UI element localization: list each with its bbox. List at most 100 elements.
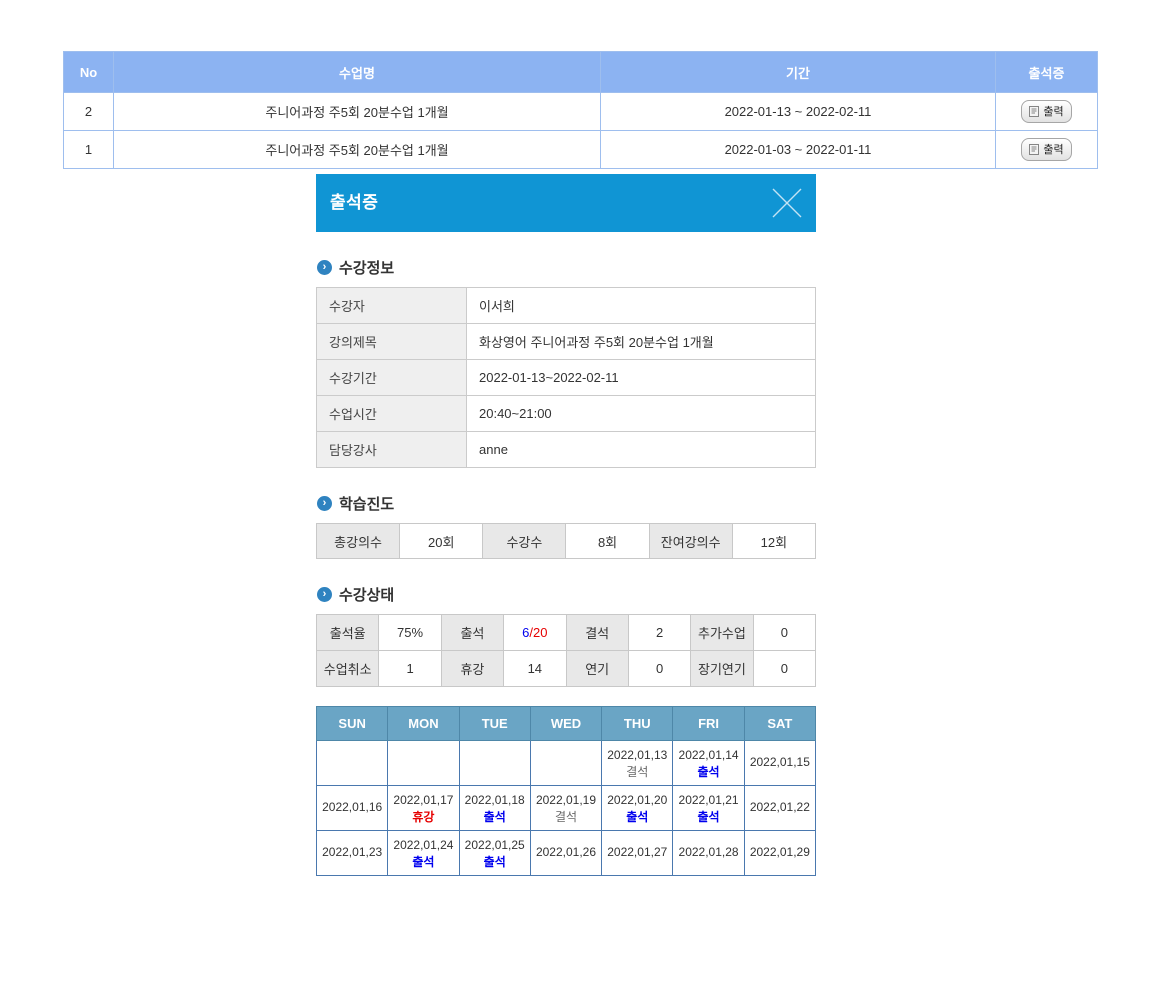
- section-heading-learning-progress: › 학습진도: [317, 493, 816, 514]
- col-header-certificate: 출석증: [996, 52, 1098, 93]
- calendar-date: 2022,01,19: [531, 791, 601, 810]
- status-value-extra-class: 0: [753, 615, 815, 651]
- calendar-cell: 2022,01,22: [744, 786, 815, 831]
- info-value: 20:40~21:00: [467, 396, 816, 432]
- enrollment-info-table: 수강자 이서희 강의제목 화상영어 주니어과정 주5회 20분수업 1개월 수강…: [316, 287, 816, 468]
- progress-value: 20회: [400, 524, 483, 559]
- calendar-date: 2022,01,22: [745, 798, 815, 817]
- info-value: 이서희: [467, 288, 816, 324]
- calendar-week-row: 2022,01,23 2022,01,24 출석 2022,01,25 출석 2…: [317, 831, 816, 876]
- status-value-absent: 2: [628, 615, 690, 651]
- info-value: anne: [467, 432, 816, 468]
- calendar-week-row: 2022,01,13 결석 2022,01,14 출석 2022,01,15: [317, 741, 816, 786]
- info-value: 화상영어 주니어과정 주5회 20분수업 1개월: [467, 324, 816, 360]
- calendar-cell: 2022,01,18 출석: [459, 786, 530, 831]
- calendar-status: 휴강: [388, 810, 458, 825]
- status-label: 추가수업: [691, 615, 753, 651]
- status-label: 휴강: [441, 651, 503, 687]
- calendar-cell: 2022,01,19 결석: [530, 786, 601, 831]
- printer-icon: [1028, 106, 1040, 117]
- calendar-header-row: SUN MON TUE WED THU FRI SAT: [317, 707, 816, 741]
- course-period: 2022-01-13 ~ 2022-02-11: [601, 93, 996, 131]
- calendar-day-header-sun: SUN: [317, 707, 388, 741]
- status-row: 출석율 75% 출석 6/20 결석 2 추가수업 0: [317, 615, 816, 651]
- status-label: 수업취소: [317, 651, 379, 687]
- course-cert-cell: 출력: [996, 93, 1098, 131]
- calendar-day-header-mon: MON: [388, 707, 459, 741]
- course-row: 1 주니어과정 주5회 20분수업 1개월 2022-01-03 ~ 2022-…: [64, 131, 1098, 169]
- calendar-status: 출석: [602, 810, 672, 825]
- section-heading-label: 수강상태: [339, 584, 394, 605]
- info-row: 강의제목 화상영어 주니어과정 주5회 20분수업 1개월: [317, 324, 816, 360]
- enrollment-status-table: 출석율 75% 출석 6/20 결석 2 추가수업 0 수업취소 1 휴강 14…: [316, 614, 816, 687]
- status-value-long-postponed: 0: [753, 651, 815, 687]
- calendar-cell: 2022,01,16: [317, 786, 388, 831]
- section-bullet-icon: ›: [317, 587, 332, 602]
- calendar-cell: 2022,01,20 출석: [602, 786, 673, 831]
- close-button[interactable]: [766, 182, 808, 224]
- course-list: No 수업명 기간 출석증 2 주니어과정 주5회 20분수업 1개월 2022…: [63, 51, 1098, 169]
- calendar-cell: 2022,01,28: [673, 831, 744, 876]
- print-button-label: 출력: [1043, 103, 1063, 119]
- section-heading-enrollment-info: › 수강정보: [317, 257, 816, 278]
- calendar-cell: 2022,01,24 출석: [388, 831, 459, 876]
- progress-row: 총강의수 20회 수강수 8회 잔여강의수 12회: [317, 524, 816, 559]
- info-row: 담당강사 anne: [317, 432, 816, 468]
- info-label: 담당강사: [317, 432, 467, 468]
- calendar-cell-empty: [459, 741, 530, 786]
- calendar-cell: 2022,01,13 결석: [602, 741, 673, 786]
- page: No 수업명 기간 출석증 2 주니어과정 주5회 20분수업 1개월 2022…: [0, 0, 1160, 1000]
- calendar-cell: 2022,01,23: [317, 831, 388, 876]
- printer-icon: [1028, 144, 1040, 155]
- calendar-status: 출석: [460, 810, 530, 825]
- calendar-date: 2022,01,28: [673, 843, 743, 862]
- calendar-cell: 2022,01,17 휴강: [388, 786, 459, 831]
- calendar-day-header-tue: TUE: [459, 707, 530, 741]
- section-bullet-icon: ›: [317, 496, 332, 511]
- calendar-week-row: 2022,01,16 2022,01,17 휴강 2022,01,18 출석 2…: [317, 786, 816, 831]
- calendar-status: 출석: [673, 765, 743, 780]
- print-button-label: 출력: [1043, 141, 1063, 157]
- calendar-date: 2022,01,29: [745, 843, 815, 862]
- info-label: 수업시간: [317, 396, 467, 432]
- calendar-cell: 2022,01,14 출석: [673, 741, 744, 786]
- status-value-postponed: 0: [628, 651, 690, 687]
- calendar-status: 결석: [602, 765, 672, 780]
- status-value-attendance-rate: 75%: [379, 615, 441, 651]
- course-list-table: No 수업명 기간 출석증 2 주니어과정 주5회 20분수업 1개월 2022…: [63, 51, 1098, 169]
- attendance-certificate-modal: 출석증 › 수강정보 수강자 이서희 강의제목 화상영어 주니어과정 주5회 2…: [316, 174, 816, 876]
- print-button[interactable]: 출력: [1021, 138, 1071, 161]
- info-row: 수강자 이서희: [317, 288, 816, 324]
- course-name: 주니어과정 주5회 20분수업 1개월: [114, 93, 601, 131]
- calendar-date: 2022,01,17: [388, 791, 458, 810]
- attendance-calendar: SUN MON TUE WED THU FRI SAT 2022,01,13: [316, 706, 816, 876]
- status-value-no-class: 14: [504, 651, 566, 687]
- calendar-cell: 2022,01,27: [602, 831, 673, 876]
- status-value-cancelled: 1: [379, 651, 441, 687]
- col-header-class-name: 수업명: [114, 52, 601, 93]
- section-heading-label: 수강정보: [339, 257, 394, 278]
- calendar-day-header-wed: WED: [530, 707, 601, 741]
- calendar-date: 2022,01,15: [745, 753, 815, 772]
- section-bullet-icon: ›: [317, 260, 332, 275]
- calendar-cell-empty: [530, 741, 601, 786]
- status-label: 결석: [566, 615, 628, 651]
- calendar-date: 2022,01,21: [673, 791, 743, 810]
- calendar-cell: 2022,01,26: [530, 831, 601, 876]
- info-label: 수강기간: [317, 360, 467, 396]
- modal-header: 출석증: [316, 174, 816, 232]
- status-label: 출석: [441, 615, 503, 651]
- print-button[interactable]: 출력: [1021, 100, 1071, 123]
- col-header-period: 기간: [601, 52, 996, 93]
- calendar-day-header-thu: THU: [602, 707, 673, 741]
- course-row: 2 주니어과정 주5회 20분수업 1개월 2022-01-13 ~ 2022-…: [64, 93, 1098, 131]
- calendar-date: 2022,01,27: [602, 843, 672, 862]
- learning-progress-table: 총강의수 20회 수강수 8회 잔여강의수 12회: [316, 523, 816, 559]
- calendar-day-header-fri: FRI: [673, 707, 744, 741]
- status-label: 연기: [566, 651, 628, 687]
- course-name: 주니어과정 주5회 20분수업 1개월: [114, 131, 601, 169]
- status-label: 출석율: [317, 615, 379, 651]
- section-heading-enrollment-status: › 수강상태: [317, 584, 816, 605]
- calendar-date: 2022,01,14: [673, 746, 743, 765]
- calendar-cell: 2022,01,21 출석: [673, 786, 744, 831]
